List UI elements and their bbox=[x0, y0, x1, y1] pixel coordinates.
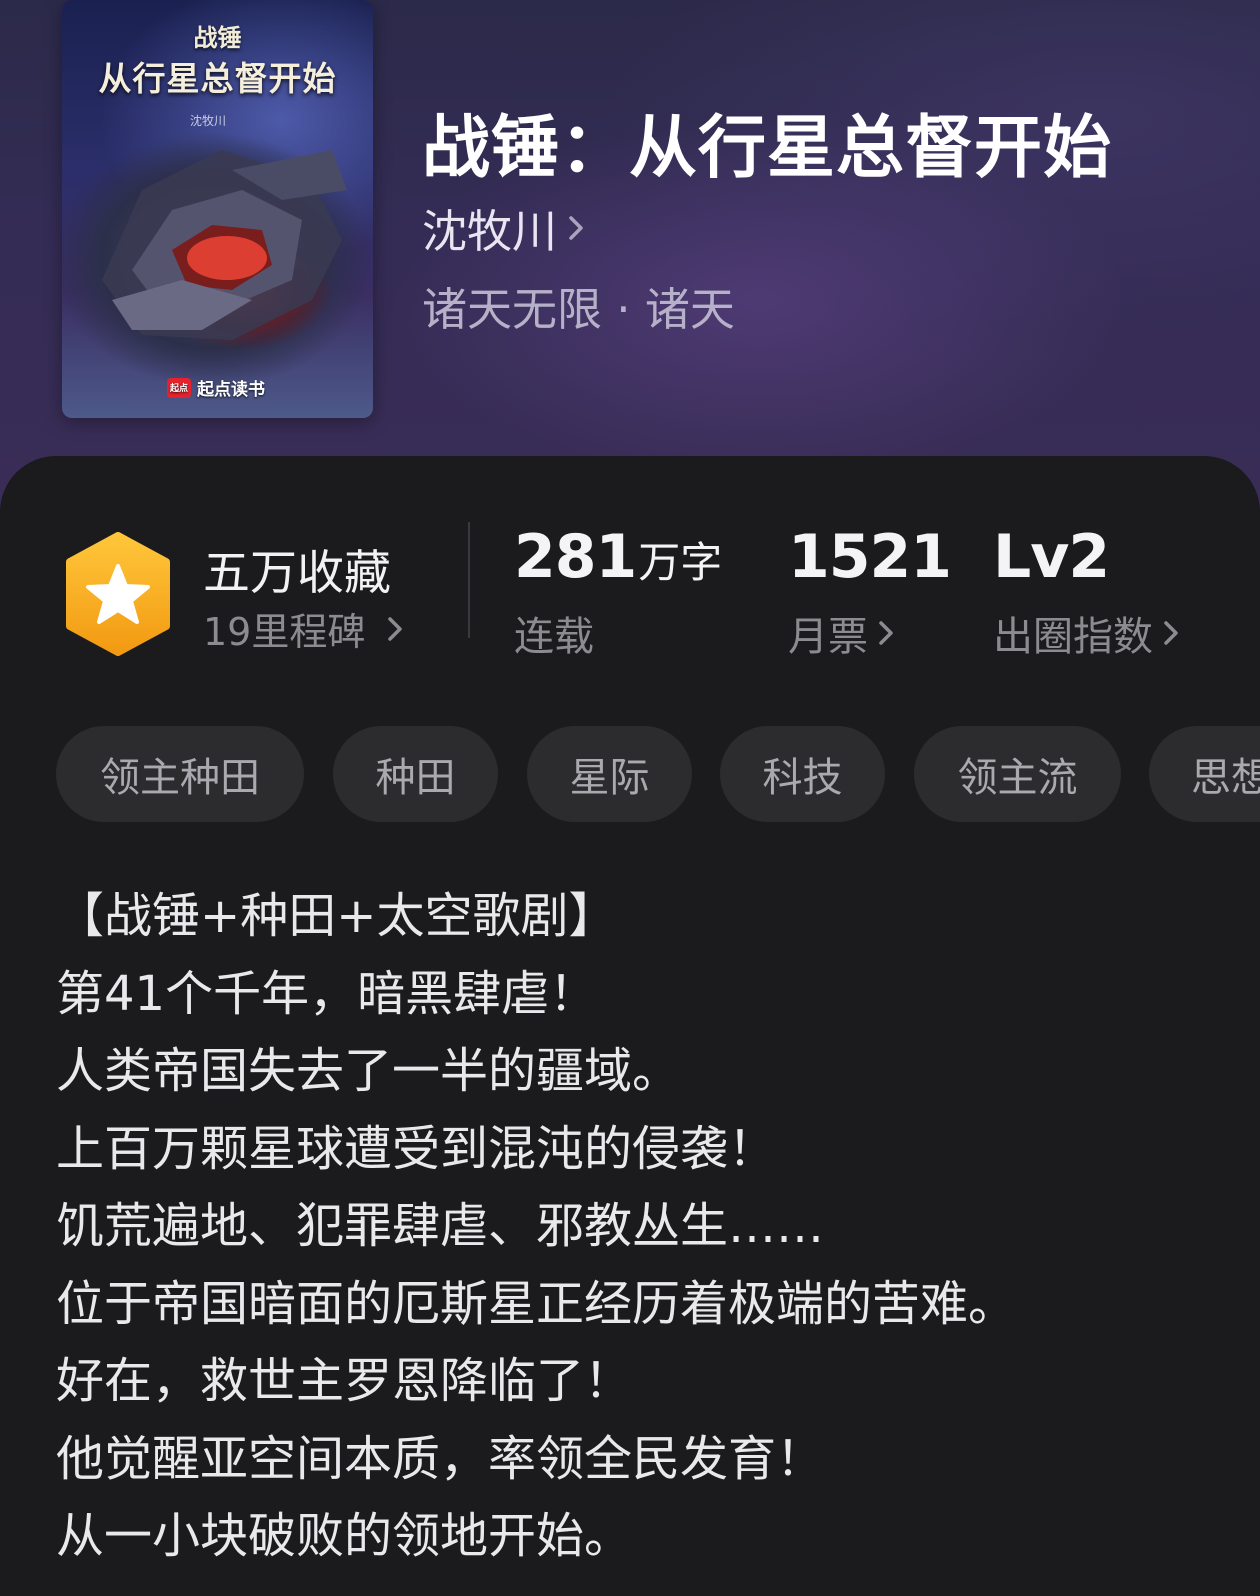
description-line: 上百万颗星球遭受到混沌的侵袭！ bbox=[56, 1120, 777, 1177]
tag-list: 领主种田 种田 星际 科技 领主流 思想 bbox=[56, 726, 1260, 826]
book-description[interactable]: 【战锤+种田+太空歌剧】 第41个千年，暗黑肆虐！ 人类帝国失去了一半的疆域。 … bbox=[56, 878, 1226, 1576]
milestone-link[interactable]: 19里程碑 bbox=[203, 601, 403, 656]
cover-author: 沈牧川 bbox=[190, 114, 227, 128]
cover-title: 从行星总督开始 bbox=[98, 59, 337, 98]
description-line: 从一小块破败的领地开始。 bbox=[56, 1508, 633, 1564]
popularity-level: Lv2 bbox=[993, 522, 1110, 592]
description-line: 位于帝国暗面的厄斯星正经历着极端的苦难。 bbox=[56, 1275, 1017, 1332]
popularity-index-link[interactable]: 出圈指数 bbox=[993, 604, 1179, 662]
tag-chip[interactable]: 科技 bbox=[720, 726, 885, 822]
tag-chip[interactable]: 领主流 bbox=[914, 726, 1121, 822]
qidian-logo-icon: 起点 bbox=[167, 377, 191, 398]
cover-publisher-name: 起点读书 bbox=[197, 380, 265, 400]
stats-divider bbox=[468, 522, 470, 638]
tag-chip[interactable]: 思想 bbox=[1149, 726, 1260, 822]
description-line: 他觉醒亚空间本质，率领全民发育！ bbox=[56, 1430, 825, 1487]
word-count-value: 281 bbox=[514, 522, 637, 592]
chevron-right-icon bbox=[879, 621, 893, 645]
book-title: 战锤：从行星总督开始 bbox=[422, 109, 1113, 188]
monthly-tickets-label: 月票 bbox=[788, 614, 868, 660]
chevron-right-icon bbox=[569, 215, 583, 240]
word-count: 281万字 bbox=[514, 522, 722, 592]
description-line: 人类帝国失去了一半的疆域。 bbox=[56, 1043, 681, 1099]
serial-status: 连载 bbox=[514, 604, 594, 662]
chevron-right-icon bbox=[388, 616, 403, 641]
description-line: 好在，救世主罗恩降临了！ bbox=[56, 1353, 633, 1409]
tag-chip[interactable]: 领主种田 bbox=[56, 726, 304, 822]
monthly-tickets-link[interactable]: 月票 bbox=[788, 604, 894, 662]
book-cover[interactable]: 战锤 从行星总督开始 沈牧川 起点 起点读书 bbox=[62, 0, 373, 418]
monthly-tickets-count: 1521 bbox=[788, 522, 952, 592]
author-name: 沈牧川 bbox=[422, 205, 558, 258]
description-line: 【战锤+种田+太空歌剧】 bbox=[56, 888, 617, 944]
milestone-label: 19里程碑 bbox=[203, 610, 366, 654]
chevron-right-icon bbox=[1164, 621, 1178, 645]
serial-status-label: 连载 bbox=[514, 614, 594, 660]
favorites-count: 五万收藏 bbox=[203, 546, 391, 601]
cover-publisher-logo: 起点 起点读书 bbox=[167, 375, 265, 400]
word-count-unit: 万字 bbox=[638, 538, 723, 587]
cover-title-small: 战锤 bbox=[193, 23, 242, 52]
tag-chip[interactable]: 种田 bbox=[333, 726, 498, 822]
collection-badge-icon bbox=[66, 532, 170, 656]
author-link[interactable]: 沈牧川 bbox=[422, 195, 585, 260]
description-line: 饥荒遍地、犯罪肆虐、邪教丛生…… bbox=[56, 1198, 825, 1254]
cover-artwork bbox=[102, 150, 347, 340]
popularity-index-label: 出圈指数 bbox=[993, 614, 1153, 660]
book-genre: 诸天无限 · 诸天 bbox=[422, 283, 735, 336]
tag-chip[interactable]: 星际 bbox=[527, 726, 692, 822]
description-line: 第41个千年，暗黑肆虐！ bbox=[56, 965, 598, 1022]
